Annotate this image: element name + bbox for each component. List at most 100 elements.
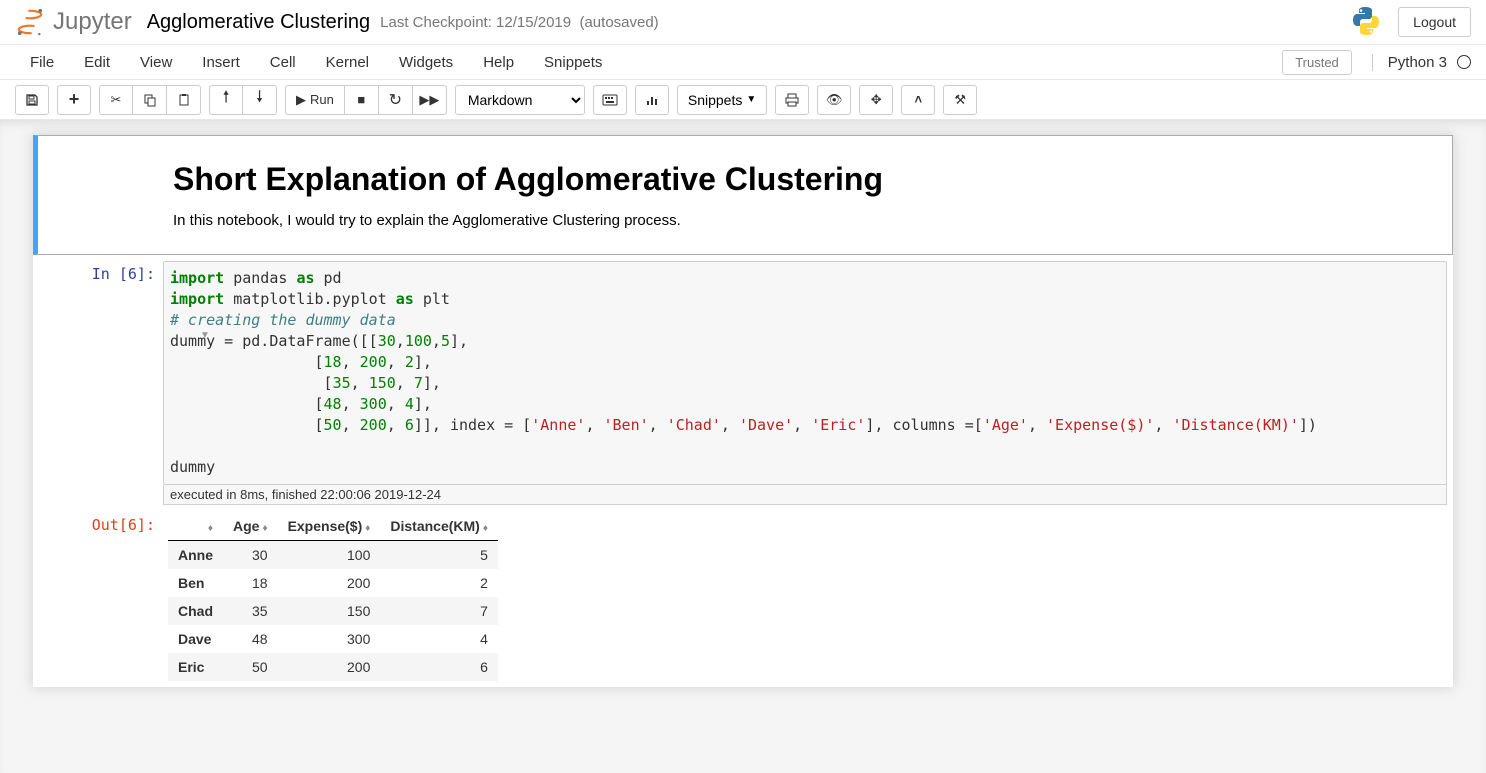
logout-button[interactable]: Logout (1398, 7, 1471, 37)
menu-cell[interactable]: Cell (255, 46, 311, 79)
restart-icon: ↻ (389, 90, 402, 110)
toolbar: + ✂ 🠕 🠗 ▶ Run ■ ↻ ▶▶ Markdown Snippets ▼ (0, 80, 1486, 120)
cell-value: 5 (380, 541, 498, 570)
paste-button[interactable] (167, 85, 201, 115)
output-cell: Out[6]: ♦ Age♦ Expense($)♦ Distance(KM)♦ (33, 511, 1453, 687)
keyboard-icon (602, 94, 618, 106)
cell-value: 4 (380, 625, 498, 653)
code-input-area[interactable]: import pandas as pd import matplotlib.py… (163, 261, 1447, 485)
row-index: Eric (168, 653, 223, 681)
code-cell[interactable]: In [6]: import pandas as pd import matpl… (33, 255, 1453, 511)
cell-value: 35 (223, 597, 278, 625)
row-index: Anne (168, 541, 223, 570)
input-prompt: In [6]: (43, 261, 163, 505)
menu-snippets[interactable]: Snippets (529, 46, 617, 79)
add-cell-button[interactable]: + (57, 85, 91, 115)
cell-value: 2 (380, 569, 498, 597)
output-dataframe: ♦ Age♦ Expense($)♦ Distance(KM)♦ Anne301… (168, 512, 498, 681)
cell-value: 50 (223, 653, 278, 681)
table-row: Chad351507 (168, 597, 498, 625)
stop-icon: ■ (357, 92, 365, 107)
run-icon: ▶ (296, 92, 306, 108)
trusted-indicator[interactable]: Trusted (1282, 50, 1352, 75)
gavel-icon: ⚒ (954, 92, 966, 108)
interrupt-button[interactable]: ■ (345, 85, 379, 115)
menu-file[interactable]: File (15, 46, 69, 79)
execution-timing: executed in 8ms, finished 22:00:06 2019-… (163, 485, 1447, 505)
move-icon: ✥ (871, 92, 882, 108)
kernel-indicator: Python 3 (1372, 54, 1471, 71)
jupyter-icon (15, 8, 45, 36)
kernel-idle-icon (1457, 55, 1471, 69)
bars-icon (645, 93, 659, 107)
python-logo-icon (1349, 4, 1383, 41)
cell-value: 30 (223, 541, 278, 570)
jupyter-brand-text: Jupyter (53, 8, 132, 36)
menu-kernel[interactable]: Kernel (311, 46, 384, 79)
run-button[interactable]: ▶ Run (285, 85, 345, 115)
code-prettify-button[interactable]: ⚒ (943, 85, 977, 115)
index-header[interactable]: ♦ (168, 512, 223, 541)
table-row: Anne301005 (168, 541, 498, 570)
chevron-down-icon: ▼ (746, 94, 756, 105)
markdown-render: Short Explanation of Agglomerative Clust… (163, 141, 1447, 249)
menu-insert[interactable]: Insert (187, 46, 255, 79)
run-label: Run (310, 92, 334, 107)
move-up-button[interactable]: 🠕 (209, 85, 243, 115)
fast-forward-icon: ▶▶ (419, 92, 439, 108)
jupyter-logo[interactable]: Jupyter (15, 8, 132, 36)
move-down-button[interactable]: 🠗 (243, 85, 277, 115)
paste-icon (177, 93, 191, 107)
notebook: Short Explanation of Agglomerative Clust… (33, 135, 1453, 687)
header-bar: Jupyter Agglomerative Clustering Last Ch… (0, 0, 1486, 45)
cell-value: 18 (223, 569, 278, 597)
variable-inspector-button[interactable] (635, 85, 669, 115)
notebook-name[interactable]: Agglomerative Clustering (147, 11, 370, 34)
plus-icon: + (69, 89, 80, 110)
toggle-preview-button[interactable]: 👁 (817, 85, 851, 115)
menu-edit[interactable]: Edit (69, 46, 125, 79)
chevron-up-icon: ˄ (914, 92, 922, 107)
save-icon (25, 93, 39, 107)
menu-view[interactable]: View (125, 46, 187, 79)
menu-widgets[interactable]: Widgets (384, 46, 468, 79)
row-index: Ben (168, 569, 223, 597)
restart-button[interactable]: ↻ (379, 85, 413, 115)
restart-run-all-button[interactable]: ▶▶ (413, 85, 447, 115)
checkpoint-status: Last Checkpoint: 12/15/2019 (autosaved) (380, 14, 659, 31)
menubar: File Edit View Insert Cell Kernel Widget… (0, 45, 1486, 80)
table-row: Dave483004 (168, 625, 498, 653)
output-prompt: Out[6]: (43, 512, 163, 681)
cell-type-select[interactable]: Markdown (455, 85, 585, 115)
cell-value: 200 (278, 653, 381, 681)
code-fold-icon[interactable]: ▼ (200, 330, 210, 341)
snippets-dropdown[interactable]: Snippets ▼ (677, 85, 767, 115)
cell-value: 300 (278, 625, 381, 653)
markdown-cell[interactable]: Short Explanation of Agglomerative Clust… (33, 135, 1453, 255)
table-row: Eric502006 (168, 653, 498, 681)
collapse-button[interactable]: ˄ (901, 85, 935, 115)
cell-value: 48 (223, 625, 278, 653)
cell-value: 100 (278, 541, 381, 570)
markdown-prompt (43, 141, 163, 249)
save-button[interactable] (15, 85, 49, 115)
row-index: Dave (168, 625, 223, 653)
snippets-label: Snippets (688, 92, 742, 108)
table-row: Ben182002 (168, 569, 498, 597)
scissors-icon: ✂ (111, 92, 122, 108)
print-icon (785, 93, 799, 107)
copy-icon (143, 93, 157, 107)
col-header-age[interactable]: Age♦ (223, 512, 278, 541)
col-header-expense[interactable]: Expense($)♦ (278, 512, 381, 541)
notebook-container: Short Explanation of Agglomerative Clust… (0, 120, 1486, 773)
cell-value: 7 (380, 597, 498, 625)
row-index: Chad (168, 597, 223, 625)
menu-help[interactable]: Help (468, 46, 529, 79)
cut-button[interactable]: ✂ (99, 85, 133, 115)
copy-button[interactable] (133, 85, 167, 115)
print-button[interactable] (775, 85, 809, 115)
move-button[interactable]: ✥ (859, 85, 893, 115)
command-palette-button[interactable] (593, 85, 627, 115)
col-header-distance[interactable]: Distance(KM)♦ (380, 512, 498, 541)
cell-value: 150 (278, 597, 381, 625)
